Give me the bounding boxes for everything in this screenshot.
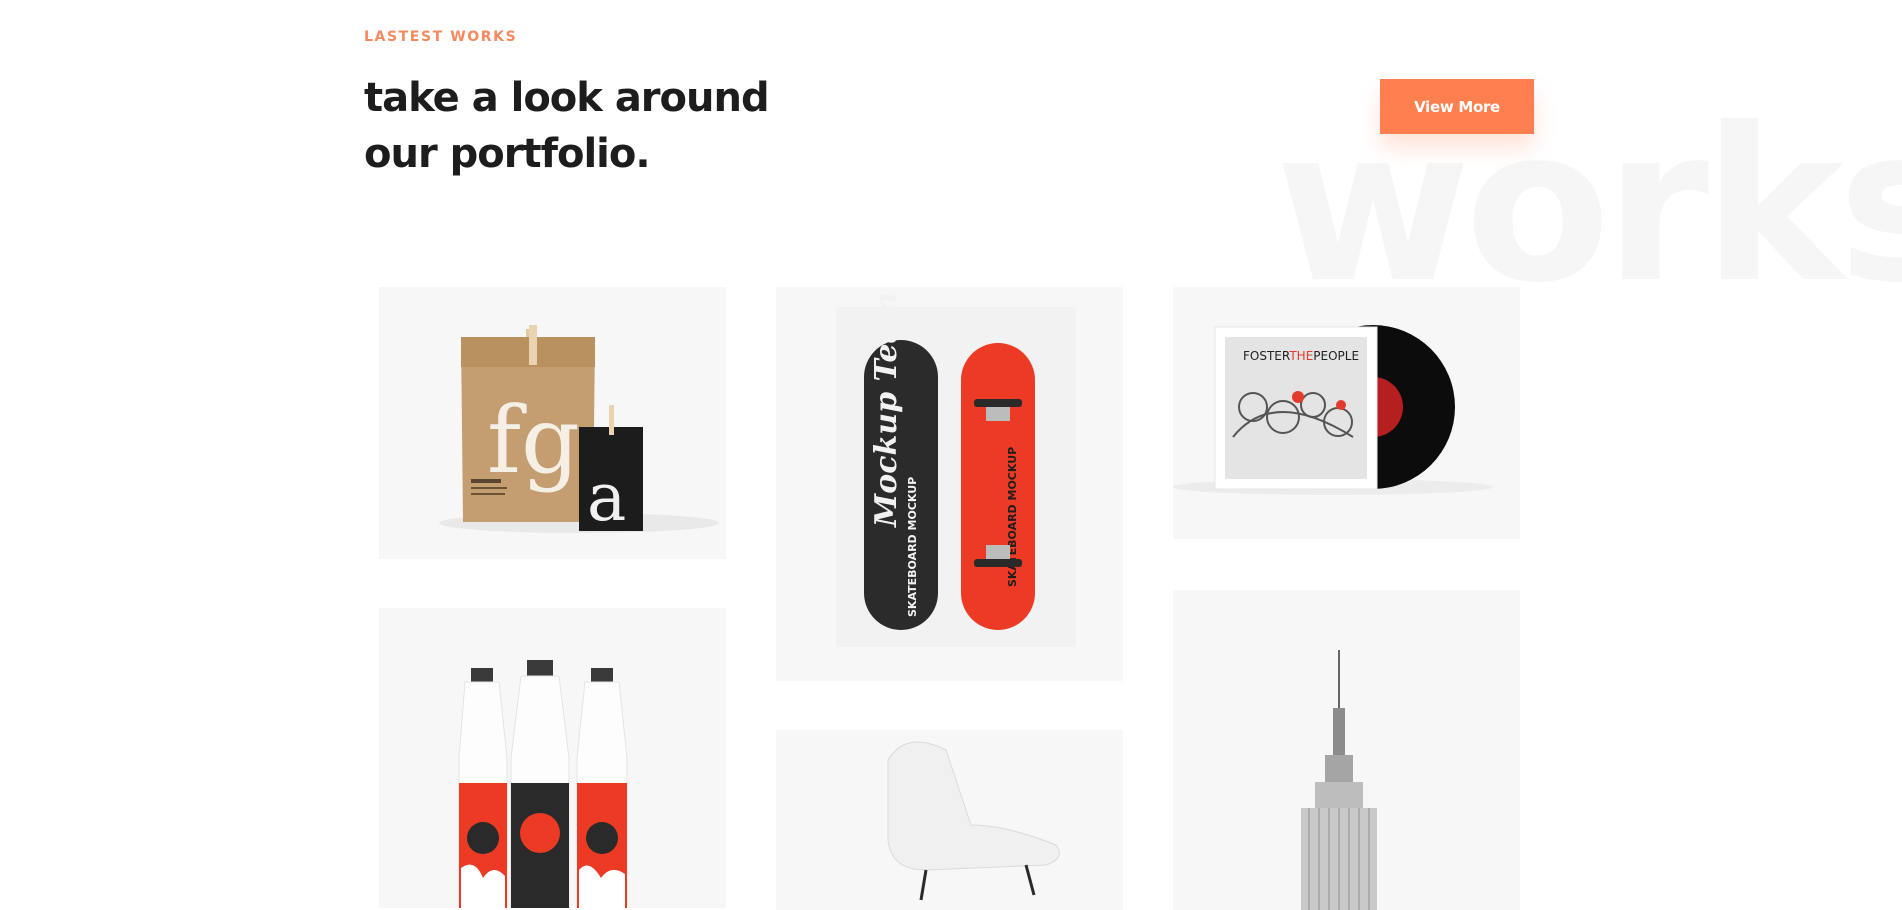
portfolio-item-chair[interactable] [776, 730, 1123, 910]
deck-text-left: SKATEBOARD MOCKUP [906, 477, 919, 617]
skyscraper-image [1301, 650, 1377, 910]
bottles-image [458, 660, 628, 908]
album-title-b: THE [1288, 349, 1313, 363]
headline-line-1: take a look around [364, 75, 770, 121]
deck-script-left: Mockup Team [869, 292, 904, 528]
paper-bag-image: fg a [439, 325, 719, 536]
view-more-button[interactable]: View More [1380, 79, 1534, 134]
album-title-c: PEOPLE [1313, 349, 1359, 363]
vinyl-image: FOSTERTHEPEOPLE [1173, 325, 1493, 495]
album-title-a: FOSTER [1243, 349, 1290, 363]
portfolio-item-bottles[interactable] [379, 608, 726, 908]
section-headline: take a look around our portfolio. [364, 70, 770, 182]
pouch-letter: a [587, 459, 626, 536]
portfolio-item-vinyl[interactable]: FOSTERTHEPEOPLE [1173, 287, 1520, 539]
portfolio-item-skyscraper[interactable] [1173, 590, 1520, 910]
portfolio-item-skateboard[interactable]: Mockup Team SKATEBOARD MOCKUP SKATEBOARD… [776, 287, 1123, 681]
chair-image [887, 741, 1060, 901]
works-watermark: works [1275, 82, 1902, 329]
skateboard-image: Mockup Team SKATEBOARD MOCKUP SKATEBOARD… [836, 292, 1076, 647]
svg-text:FOSTERTHEPEOPLE: FOSTERTHEPEOPLE [1243, 349, 1359, 363]
section-eyebrow: LASTEST WORKS [364, 29, 518, 45]
portfolio-item-paper-bag[interactable]: fg a [379, 287, 726, 559]
headline-line-2: our portfolio. [364, 131, 651, 177]
bag-letters: fg [487, 387, 580, 494]
